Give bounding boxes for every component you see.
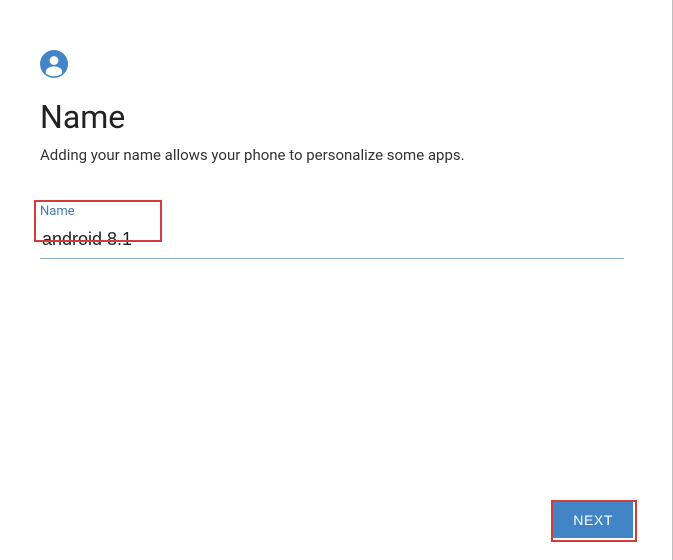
setup-name-screen: Name Adding your name allows your phone … (0, 0, 673, 560)
next-button[interactable]: NEXT (553, 502, 633, 538)
content-area: Name Adding your name allows your phone … (0, 0, 664, 259)
name-field-wrap: Name (40, 204, 624, 259)
page-title: Name (40, 98, 624, 136)
page-subtitle: Adding your name allows your phone to pe… (40, 146, 624, 164)
name-input[interactable] (40, 223, 624, 259)
name-field-label: Name (40, 204, 624, 219)
person-icon (40, 50, 68, 78)
